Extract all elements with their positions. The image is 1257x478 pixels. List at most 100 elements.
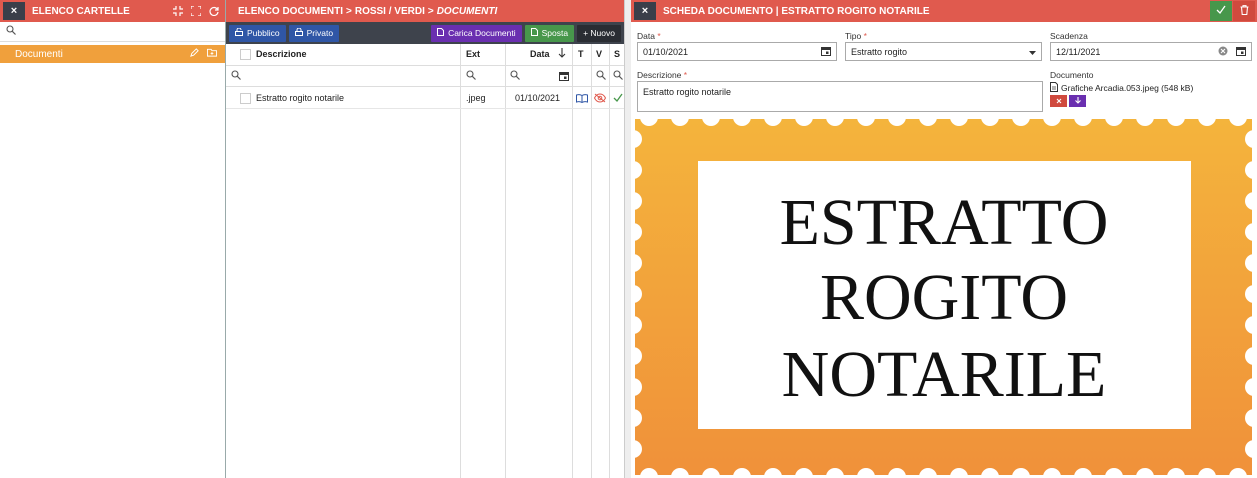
column-header-t[interactable]: T: [578, 49, 584, 59]
search-icon[interactable]: [613, 70, 623, 80]
private-button[interactable]: Privato: [288, 24, 340, 42]
upload-documents-label: Carica Documenti: [448, 28, 516, 38]
preview-line-2: ROGITO: [820, 261, 1068, 334]
caret-down-icon: [1029, 47, 1036, 57]
delete-button[interactable]: [1233, 1, 1255, 21]
sort-down-icon[interactable]: [558, 48, 566, 58]
breadcrumb-separator: >: [346, 5, 352, 17]
save-button[interactable]: [1210, 1, 1232, 21]
collapse-icon[interactable]: [173, 6, 183, 16]
breadcrumb-path[interactable]: ROSSI / VERDI: [355, 6, 425, 17]
column-divider: [572, 44, 573, 478]
public-button-label: Pubblico: [247, 28, 280, 38]
documento-label: Documento: [1050, 70, 1094, 80]
edit-icon[interactable]: [190, 48, 199, 60]
document-list-panel: ELENCO DOCUMENTI > ROSSI / VERDI > DOCUM…: [226, 0, 625, 478]
public-button[interactable]: Pubblico: [229, 24, 286, 42]
column-header-date[interactable]: Data: [530, 49, 550, 59]
upload-documents-button[interactable]: Carica Documenti: [431, 24, 522, 42]
search-icon[interactable]: [510, 70, 520, 80]
grid-filter-row: [226, 66, 624, 87]
column-divider: [505, 44, 506, 478]
trash-icon: [1240, 4, 1249, 18]
folder-panel-title: ELENCO CARTELLE: [32, 5, 130, 17]
lock-icon: [294, 27, 303, 38]
check-icon: [613, 93, 623, 102]
row-ext: .jpeg: [466, 93, 486, 103]
new-folder-icon[interactable]: [207, 48, 217, 60]
clear-icon[interactable]: [1218, 46, 1228, 58]
table-row[interactable]: Estratto rogito notarile .jpeg 01/10/202…: [226, 88, 624, 109]
expand-icon[interactable]: [191, 6, 201, 16]
visibility-off-icon[interactable]: [594, 93, 606, 103]
column-divider: [609, 44, 610, 478]
document-detail-panel: × SCHEDA DOCUMENTO | ESTRATTO ROGITO NOT…: [631, 0, 1257, 478]
folder-item-documenti[interactable]: Documenti: [0, 45, 225, 63]
refresh-icon[interactable]: [209, 6, 219, 16]
lock-open-icon: [235, 27, 243, 38]
breadcrumb-root[interactable]: ELENCO DOCUMENTI: [238, 6, 343, 17]
descrizione-label: Descrizione *: [637, 70, 688, 80]
preview-line-1: ESTRATTO: [780, 186, 1109, 259]
folder-item-label: Documenti: [15, 48, 63, 60]
private-button-label: Privato: [306, 28, 334, 38]
grid-header-row: Descrizione Ext Data T V S: [226, 44, 624, 66]
data-value: 01/10/2021: [643, 46, 689, 57]
column-header-v[interactable]: V: [596, 49, 602, 59]
search-icon[interactable]: [596, 70, 606, 80]
document-list-header: ELENCO DOCUMENTI > ROSSI / VERDI > DOCUM…: [226, 0, 624, 22]
open-book-icon[interactable]: [576, 94, 588, 103]
arrow-down-icon: [1074, 96, 1081, 107]
calendar-icon[interactable]: [559, 71, 569, 81]
upload-file-icon: [437, 28, 445, 38]
data-label: Data *: [637, 31, 661, 41]
descrizione-value: Estratto rogito notarile: [643, 87, 732, 97]
folder-search[interactable]: [0, 22, 225, 42]
move-button[interactable]: Sposta: [524, 24, 575, 42]
close-button[interactable]: ×: [634, 2, 656, 20]
tipo-label: Tipo *: [845, 31, 867, 41]
scadenza-value: 12/11/2021: [1056, 46, 1101, 57]
row-date: 01/10/2021: [515, 93, 561, 103]
file-icon: [1050, 82, 1058, 94]
remove-file-button[interactable]: [1050, 95, 1067, 107]
move-file-icon: [530, 28, 538, 38]
check-icon: [1216, 5, 1226, 17]
document-detail-title: SCHEDA DOCUMENTO | ESTRATTO ROGITO NOTAR…: [663, 5, 930, 17]
calendar-icon[interactable]: [1236, 46, 1246, 58]
scadenza-label: Scadenza: [1050, 31, 1088, 41]
calendar-icon[interactable]: [821, 46, 831, 58]
select-all-checkbox[interactable]: [240, 49, 251, 60]
documento-file[interactable]: Grafiche Arcadia.053.jpeg (548 kB): [1050, 82, 1193, 94]
search-icon[interactable]: [466, 70, 476, 80]
tipo-select[interactable]: Estratto rogito: [845, 42, 1042, 61]
search-icon[interactable]: [231, 70, 241, 80]
column-header-s[interactable]: S: [614, 49, 620, 59]
document-toolbar: Pubblico Privato Carica Documenti Sposta…: [226, 22, 624, 44]
row-checkbox[interactable]: [240, 93, 251, 104]
new-button[interactable]: + Nuovo: [577, 24, 621, 42]
new-button-label: + Nuovo: [583, 28, 615, 38]
search-icon: [6, 25, 16, 38]
tipo-value: Estratto rogito: [851, 46, 908, 57]
folder-panel-header: × ELENCO CARTELLE: [0, 0, 225, 22]
download-button[interactable]: [1069, 95, 1086, 107]
data-field[interactable]: 01/10/2021: [637, 42, 837, 61]
close-button[interactable]: ×: [3, 2, 25, 20]
document-preview: ESTRATTO ROGITO NOTARILE: [631, 108, 1257, 478]
close-icon: [1056, 96, 1062, 107]
descrizione-textarea[interactable]: Estratto rogito notarile: [637, 81, 1043, 112]
scadenza-field[interactable]: 12/11/2021: [1050, 42, 1252, 61]
move-button-label: Sposta: [541, 28, 569, 38]
document-detail-header: × SCHEDA DOCUMENTO | ESTRATTO ROGITO NOT…: [631, 0, 1257, 22]
row-description: Estratto rogito notarile: [256, 93, 345, 103]
column-divider: [460, 44, 461, 478]
folder-panel: × ELENCO CARTELLE Documenti: [0, 0, 226, 478]
document-grid: Descrizione Ext Data T V S Estratto rogi…: [226, 44, 624, 478]
column-header-ext[interactable]: Ext: [466, 49, 480, 59]
breadcrumb-separator: >: [427, 5, 434, 17]
breadcrumb-current: DOCUMENTI: [436, 5, 498, 17]
column-divider: [591, 44, 592, 478]
documento-filename: Grafiche Arcadia.053.jpeg (548 kB): [1061, 83, 1194, 93]
column-header-description[interactable]: Descrizione: [256, 49, 307, 59]
